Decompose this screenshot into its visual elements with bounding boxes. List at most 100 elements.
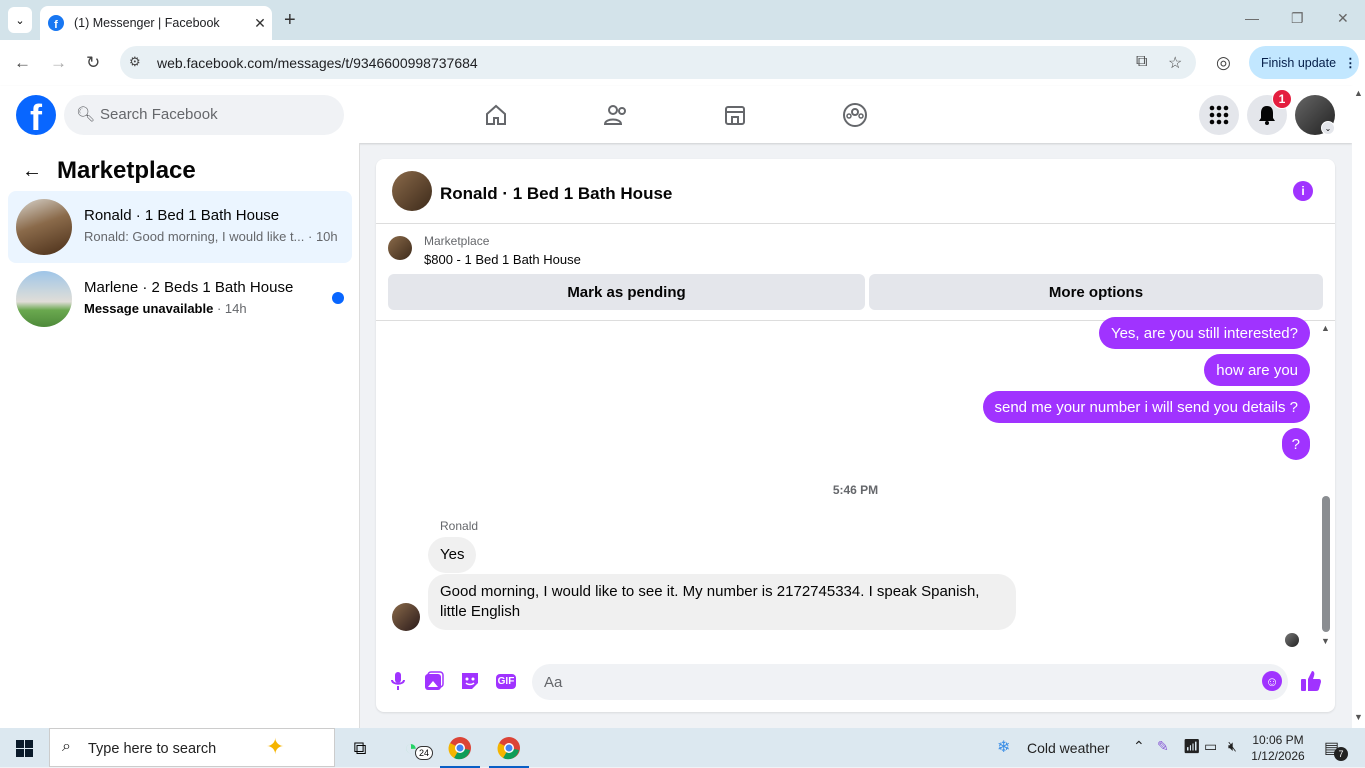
scroll-up-icon[interactable]: ▲ (1321, 323, 1330, 333)
search-placeholder: Search Facebook (100, 106, 218, 123)
sticker-icon[interactable] (459, 670, 481, 692)
notification-badge: 1 (1272, 89, 1292, 109)
microphone-icon[interactable] (387, 670, 409, 692)
listing-title[interactable]: $800 - 1 Bed 1 Bath House (424, 252, 581, 267)
finish-update-label: Finish update (1261, 55, 1337, 70)
listing-thumbnail (16, 199, 72, 255)
back-icon[interactable]: ← (14, 53, 31, 73)
sender-name: Ronald (440, 519, 479, 533)
chat-scrollbar[interactable]: ▲ ▼ (1321, 321, 1331, 656)
outgoing-message: how are you (1204, 354, 1310, 386)
new-tab-icon[interactable]: + (284, 9, 296, 32)
message-input[interactable]: Aa ☺ (532, 664, 1288, 700)
close-window-icon[interactable]: ✕ (1337, 10, 1349, 27)
mark-as-pending-button[interactable]: Mark as pending (388, 274, 865, 310)
incoming-message: Good morning, I would like to see it. My… (428, 574, 1016, 630)
preview-time: · 10h (308, 229, 338, 244)
restore-icon[interactable]: ❐ (1291, 10, 1304, 27)
clock-date: 1/12/2026 (1251, 749, 1305, 763)
more-options-button[interactable]: More options (869, 274, 1323, 310)
marketplace-conversation-list: ← Marketplace Ronald · 1 Bed 1 Bath Hous… (0, 143, 360, 728)
task-view-icon[interactable]: ⧉ (346, 734, 374, 762)
search-icon: ⌕ (62, 738, 71, 755)
marketplace-icon[interactable] (720, 100, 750, 130)
address-bar-row: ← → ↻ ⚙ web.facebook.com/messages/t/9346… (0, 40, 1365, 86)
volume-muted-icon[interactable]: 🔇︎ (1228, 738, 1237, 755)
search-icon: 🔍︎ (76, 106, 96, 123)
taskbar-search-placeholder: Type here to search (88, 741, 217, 757)
url-bar[interactable]: ⚙ web.facebook.com/messages/t/9346600998… (120, 46, 1196, 79)
battery-icon[interactable]: ▭ (1204, 738, 1217, 755)
incoming-message: Yes (428, 537, 477, 573)
menu-dots-icon: ⋮ (1344, 56, 1357, 70)
bookmark-star-icon[interactable]: ☆ (1168, 53, 1182, 73)
windows-start-icon[interactable] (16, 740, 33, 757)
chevron-down-icon[interactable]: ⌄ (1321, 121, 1335, 135)
conversation-item-ronald[interactable]: Ronald · 1 Bed 1 Bath House Ronald: Good… (8, 191, 352, 263)
friends-icon[interactable] (601, 100, 631, 130)
tab-title: (1) Messenger | Facebook (74, 16, 220, 30)
finish-update-button[interactable]: Finish update ⋮ (1249, 46, 1359, 79)
sender-avatar (392, 603, 420, 631)
outgoing-message: ? (1281, 428, 1310, 460)
copilot-sparkle-icon[interactable]: ✦ (266, 734, 284, 760)
taskbar-search-input[interactable]: ⌕ Type here to search ✦ (49, 728, 335, 767)
profile-icon[interactable]: ◎ (1216, 53, 1231, 73)
weather-icon[interactable]: ❄ (997, 737, 1010, 757)
back-arrow-icon[interactable]: ← (22, 160, 42, 183)
listing-thumbnail (16, 271, 72, 327)
minimize-icon[interactable]: — (1245, 10, 1259, 26)
conversation-name: Marlene · 2 Beds 1 Bath House (84, 279, 294, 296)
conversation-preview: Ronald: Good morning, I would like t... … (84, 229, 338, 244)
site-settings-icon[interactable]: ⚙ (129, 54, 141, 70)
close-tab-icon[interactable]: ✕ (248, 15, 272, 32)
left-pane-title: Marketplace (57, 157, 196, 184)
chat-panel: Ronald · 1 Bed 1 Bath House i Marketplac… (376, 159, 1335, 712)
facebook-search-input[interactable]: 🔍︎ Search Facebook (64, 95, 344, 135)
chrome-icon[interactable] (440, 734, 480, 768)
notification-center-badge: 7 (1334, 747, 1348, 761)
message-timestamp: 5:46 PM (376, 483, 1335, 497)
emoji-icon[interactable]: ☺ (1262, 671, 1282, 691)
outgoing-message: send me your number i will send you deta… (982, 391, 1310, 423)
page-scroll-down-icon[interactable]: ▼ (1354, 712, 1363, 722)
forward-icon[interactable]: → (50, 53, 67, 73)
system-clock[interactable]: 10:06 PM 1/12/2026 (1249, 732, 1307, 764)
browser-tab-bar: ⌄ f (1) Messenger | Facebook ✕ + — ❐ ✕ (0, 0, 1365, 40)
clock-time: 10:06 PM (1252, 733, 1304, 747)
chat-avatar[interactable] (392, 171, 432, 211)
chat-title[interactable]: Ronald · 1 Bed 1 Bath House (440, 184, 672, 204)
weather-text[interactable]: Cold weather (1027, 740, 1110, 756)
thumbs-up-icon[interactable] (1300, 670, 1322, 698)
marketplace-listing-bar: Marketplace $800 - 1 Bed 1 Bath House Ma… (376, 224, 1335, 321)
whatsapp-badge: 24 (415, 746, 433, 760)
home-icon[interactable] (481, 100, 511, 130)
facebook-favicon-icon: f (48, 15, 64, 31)
scroll-down-icon[interactable]: ▼ (1321, 636, 1330, 646)
timestamp-text: 5:46 PM (832, 483, 879, 497)
menu-grid-icon[interactable] (1199, 95, 1239, 135)
unread-dot (332, 292, 344, 304)
facebook-logo-icon[interactable]: f (16, 95, 56, 135)
info-icon[interactable]: i (1293, 181, 1313, 201)
pen-icon[interactable]: ✎ (1157, 738, 1169, 755)
scroll-thumb[interactable] (1322, 496, 1330, 632)
conversation-name: Ronald · 1 Bed 1 Bath House (84, 207, 280, 224)
message-placeholder: Aa (544, 674, 563, 691)
install-app-icon[interactable]: ⧉ (1136, 53, 1147, 71)
browser-tab[interactable]: f (1) Messenger | Facebook ✕ (40, 6, 272, 40)
photo-icon[interactable] (423, 670, 445, 692)
chevron-up-icon[interactable]: ⌃ (1133, 738, 1145, 755)
page-scrollbar[interactable]: ▲ ▼ (1352, 86, 1365, 728)
url-text[interactable]: web.facebook.com/messages/t/934660099873… (157, 55, 478, 71)
groups-icon[interactable] (840, 100, 870, 130)
page-scroll-up-icon[interactable]: ▲ (1354, 88, 1363, 98)
gif-icon[interactable]: GIF (495, 670, 517, 692)
chrome-profile-icon[interactable] (489, 734, 529, 768)
gif-label: GIF (495, 673, 517, 689)
preview-text: Ronald: Good morning, I would like t... (84, 229, 305, 244)
wifi-icon[interactable]: 📶︎ (1183, 738, 1201, 755)
conversation-item-marlene[interactable]: Marlene · 2 Beds 1 Bath House Message un… (8, 263, 352, 335)
tab-search-dropdown[interactable]: ⌄ (8, 7, 32, 33)
reload-icon[interactable]: ↻ (86, 53, 100, 73)
